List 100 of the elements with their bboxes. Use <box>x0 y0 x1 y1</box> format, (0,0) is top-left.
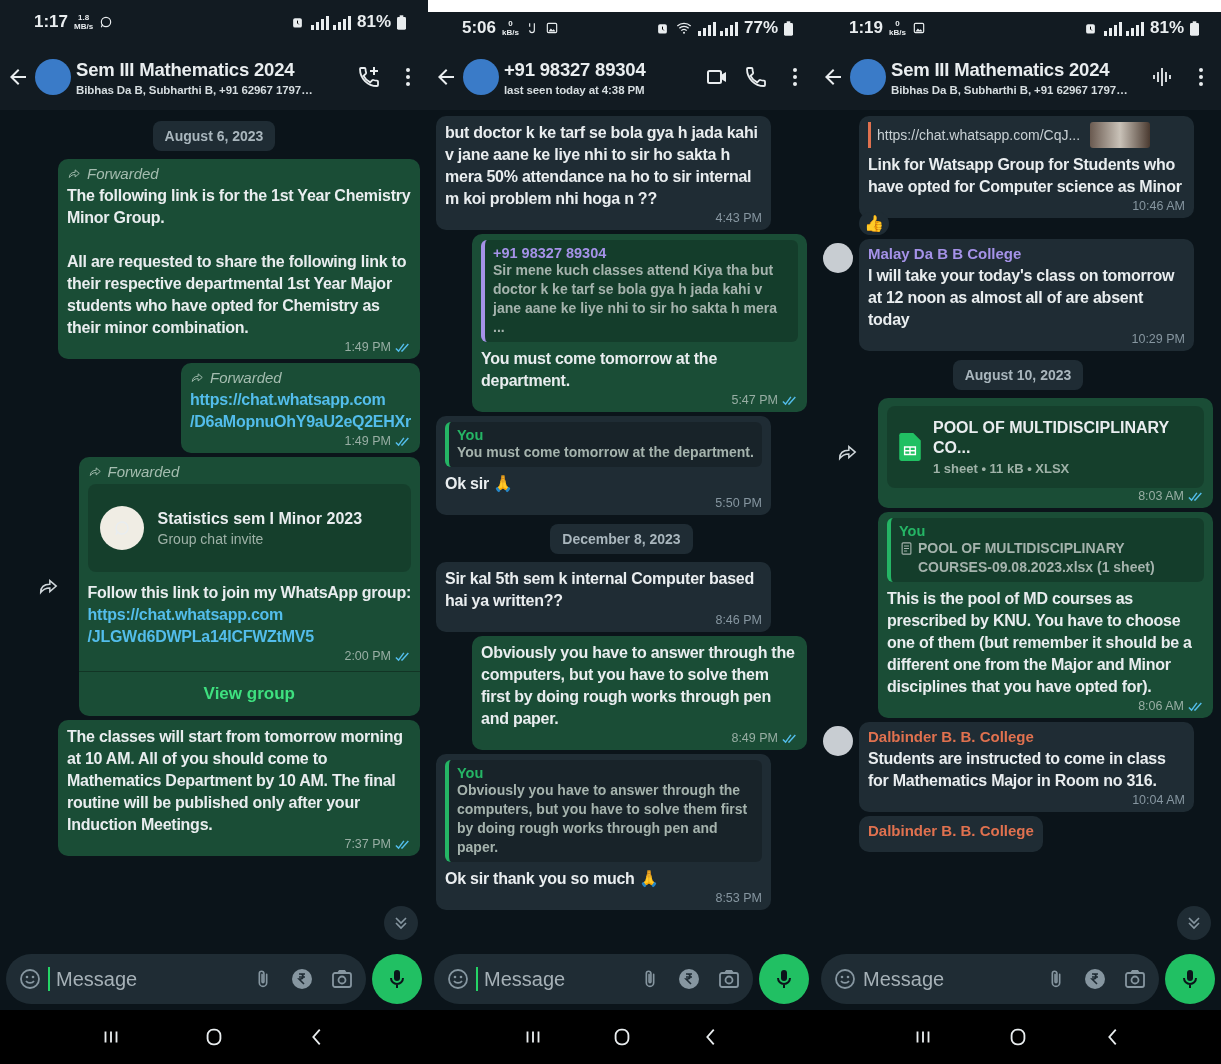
message-text: Follow this link to join my WhatsApp group: <box>87 583 411 603</box>
message-time: 4:43 PM <box>715 210 762 227</box>
view-group-button[interactable]: View group <box>78 671 420 716</box>
signal-icon <box>1103 20 1144 36</box>
invite-subtitle: Group chat invite <box>157 530 265 547</box>
quote-author: You <box>457 427 485 443</box>
waveform-icon[interactable] <box>1150 65 1174 89</box>
message-text: Ok sir 🙏 <box>445 474 514 494</box>
image-notification-icon <box>911 21 926 35</box>
message-time: 5:50 PM <box>715 495 762 512</box>
chat-title[interactable]: Sem III Mathematics 2024 <box>76 58 295 81</box>
call-icon[interactable] <box>744 65 768 89</box>
chat-avatar-photo[interactable] <box>463 59 499 95</box>
message-time: 8:06 AM <box>1138 698 1184 715</box>
quote-author: You <box>899 523 927 539</box>
forwarded-label: Forwarded <box>87 165 159 182</box>
message-text: Obviously you have to answer through the computers, but you have to solve them first by doing rough works through pen and paper. <box>481 643 796 729</box>
chat-title[interactable]: Sem III Mathematics 2024 <box>891 58 1110 81</box>
sender-name: Malay Da B B College <box>868 245 1023 262</box>
clock-time: 1:19 <box>849 18 884 38</box>
quote-text: POOL OF MULTIDISCIPLINARY COURSES-09.08.2023.xlsx (1 sheet) <box>918 539 1156 577</box>
date-chip: December 8, 2023 <box>550 524 693 554</box>
rupee-icon[interactable] <box>290 967 314 991</box>
quote-author: You <box>457 765 485 781</box>
emoji-icon[interactable] <box>18 967 42 991</box>
link-thumbnail-photo <box>1090 122 1151 148</box>
message-time: 8:49 PM <box>731 730 778 747</box>
message-text: You must come tomorrow at the department. <box>481 349 719 391</box>
message-text: but doctor k ke tarf se bola gya h jada kahi v jane aane ke liye nhi to sir ho sakta h mera 50% attendance na ho to sir internal m koi problem nhi hoga n ?? <box>445 123 759 209</box>
signal-icon <box>310 14 351 30</box>
quoted-message[interactable]: You Obviously you have to answer through the computers, but you have to solve them first by doing rough works through pen and paper. <box>445 760 762 862</box>
clock-time: 5:06 <box>462 18 497 38</box>
link-preview[interactable]: https://chat.whatsapp.com/CqJ... <box>868 122 1185 148</box>
chat-link[interactable]: https://chat.whatsapp.com /D6aMopnuOhY9aU2eQ2EHXr <box>190 389 411 433</box>
quote-author: +91 98327 89304 <box>493 245 608 261</box>
battery-percentage: 81% <box>356 12 391 32</box>
microphone-button[interactable] <box>759 954 809 1004</box>
forwarded-label: Forwarded <box>107 463 180 480</box>
battery-percentage: 81% <box>1149 18 1184 38</box>
forwarded-arrow-icon <box>87 464 102 479</box>
scroll-down-button[interactable] <box>384 906 418 940</box>
quote-text: Sir mene kuch classes attend Kiya tha but doctor k ke tarf se bola gya h jada kahi v jane aane ke liye nhi to sir ho sakta h mera ... <box>493 261 778 337</box>
battery-icon <box>397 14 406 30</box>
message-text: Sir kal 5th sem k internal Computer based hai ya written?? <box>445 569 755 611</box>
chat-subtitle: Bibhas Da B, Subharthi B, +91 62967 1797… <box>891 83 1128 96</box>
rupee-icon[interactable] <box>677 967 701 991</box>
chat-subtitle: last seen today at 4:38 PM <box>504 83 645 96</box>
quoted-message[interactable]: You You must come tomorrow at the department. <box>445 422 762 467</box>
network-speed-value: 1.8 <box>78 13 90 22</box>
quoted-message[interactable]: +91 98327 89304 Sir mene kuch classes attend Kiya tha but doctor k ke tarf se bola gya h jada kahi v jane aane ke liye nhi to sir ho sakta h mera ... <box>481 240 798 342</box>
message-time: 5:47 PM <box>731 392 778 409</box>
microphone-button[interactable] <box>372 954 422 1004</box>
add-call-icon[interactable] <box>357 65 381 89</box>
quoted-message[interactable]: You POOL OF MULTIDISCIPLINARY COURSES-09.08.2023.xlsx (1 sheet) <box>887 518 1204 582</box>
camera-icon[interactable] <box>1123 967 1147 991</box>
chat-avatar-photo[interactable] <box>35 59 71 95</box>
message-text: Students are instructed to come in class for Mathematics Major in Room no 316. <box>868 749 1167 791</box>
message-input[interactable]: Message <box>56 967 236 991</box>
message-time: 7:37 PM <box>344 836 391 853</box>
chat-title[interactable]: +91 98327 89304 <box>504 58 646 81</box>
battery-icon <box>784 20 793 36</box>
sender-name: Dalbinder B. B. College <box>868 728 1035 745</box>
message-time: 10:46 AM <box>1132 198 1185 215</box>
message-text: The classes will start from tomorrow morning at 10 AM. All of you should come to Mathematics Department by 10 AM. The final routine will be published only after your Induction Meetings. <box>67 727 404 835</box>
message-text: Link for Watsapp Group for Students who have opted for Computer science as Minor <box>868 155 1183 197</box>
whatsapp-logo-icon <box>99 506 144 550</box>
network-speed-unit: kB/s <box>502 28 519 37</box>
file-name: POOL OF MULTIDISCIPLINARY CO... <box>933 418 1170 458</box>
group-invite-card[interactable]: Statistics sem I Minor 2023 Group chat invite <box>87 484 411 572</box>
clock-time: 1:17 <box>34 12 69 32</box>
reaction-emoji[interactable]: 👍 <box>859 212 889 235</box>
chat-subtitle: Bibhas Da B, Subharthi B, +91 62967 1797… <box>76 83 313 96</box>
emoji-icon[interactable] <box>833 967 857 991</box>
message-time: 8:46 PM <box>715 612 762 629</box>
rupee-icon[interactable] <box>1083 967 1107 991</box>
message-input[interactable]: Message <box>863 967 1029 991</box>
chat-link[interactable]: https://chat.whatsapp.com /JLGWd6DWPLa14ICFWZtMV5 <box>87 604 411 648</box>
spreadsheet-icon <box>899 433 921 461</box>
forwarded-arrow-icon <box>67 166 81 181</box>
scroll-down-button[interactable] <box>1177 906 1211 940</box>
message-time: 10:04 AM <box>1132 792 1185 809</box>
battery-icon <box>1190 20 1199 36</box>
microphone-button[interactable] <box>1165 954 1215 1004</box>
message-text: I will take your today's class on tomorrow at 12 noon as almost all of are absent today <box>868 266 1176 330</box>
forwarded-arrow-icon <box>190 370 204 385</box>
chat-avatar-photo[interactable] <box>850 59 886 95</box>
camera-icon[interactable] <box>330 967 354 991</box>
message-time: 8:03 AM <box>1138 488 1184 505</box>
invite-title: Statistics sem I Minor 2023 <box>157 509 363 528</box>
signal-icon <box>697 20 738 36</box>
message-time: 2:00 PM <box>344 648 391 665</box>
camera-icon[interactable] <box>717 967 741 991</box>
emoji-icon[interactable] <box>446 967 470 991</box>
message-input[interactable]: Message <box>484 967 623 991</box>
message-text: The following link is for the 1st Year Chemistry Minor Group. All are requested to share the following link to their respective departmental 1st Year Major students who have opted for Chemistry as their minor combination. <box>67 186 411 338</box>
file-details: 1 sheet • 11 kB • XLSX <box>933 461 1071 476</box>
file-attachment[interactable]: POOL OF MULTIDISCIPLINARY CO... 1 sheet • 11 kB • XLSX <box>887 406 1204 488</box>
quote-text: You must come tomorrow at the department. <box>457 443 754 462</box>
network-speed-value: 0 <box>508 19 513 28</box>
message-text: This is the pool of MD courses as prescribed by KNU. You have to choose one of them (but remember it should be a different one from the Major and Minor disciplines that you have opted for). <box>887 589 1193 697</box>
